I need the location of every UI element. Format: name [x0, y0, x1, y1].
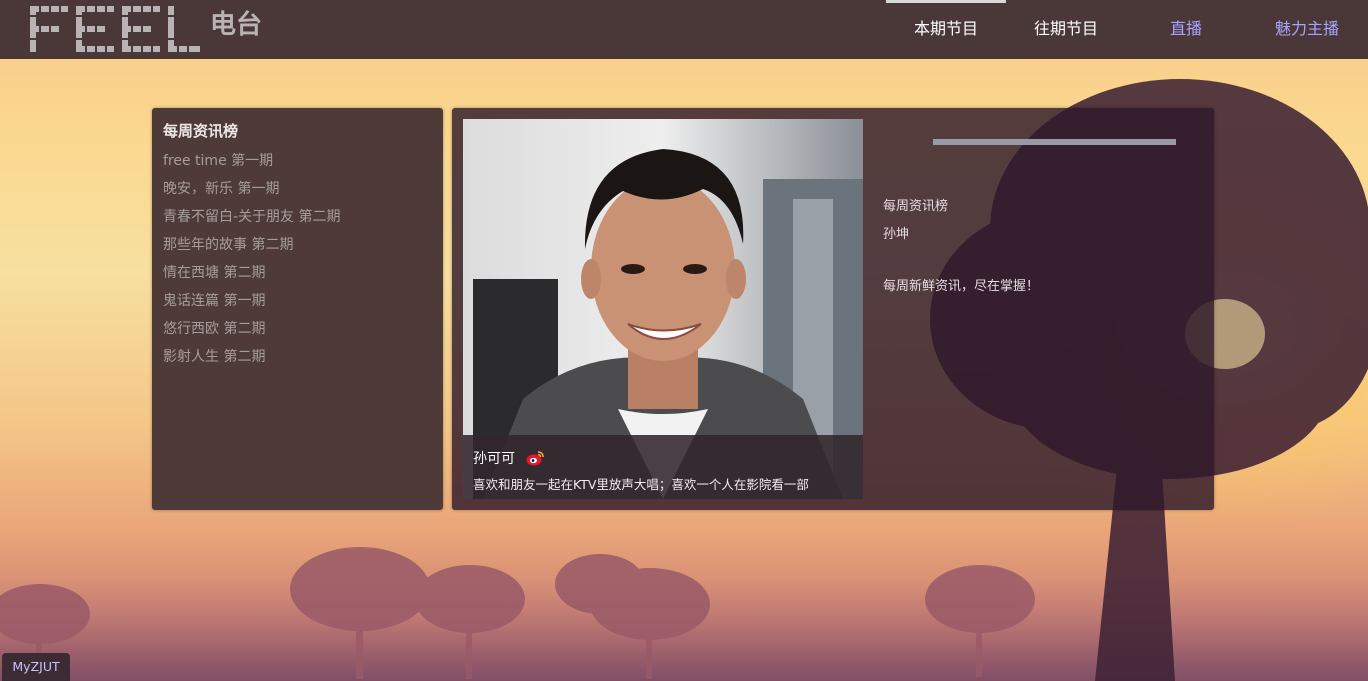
nav-hosts[interactable]: 魅力主播 [1246, 0, 1368, 59]
program-list-item[interactable]: 悠行西欧 第二期 [163, 315, 432, 343]
myzjut-button[interactable]: MyZJUT [2, 653, 70, 681]
nav-live[interactable]: 直播 [1126, 0, 1246, 59]
program-list-item[interactable]: free time 第一期 [163, 147, 432, 175]
nav-past-programs[interactable]: 往期节目 [1006, 0, 1126, 59]
program-list-item[interactable]: 晚安，新乐 第一期 [163, 175, 432, 203]
logo-subtitle: 电台 [210, 10, 263, 40]
feel-logo[interactable] [30, 6, 200, 52]
top-header: 电台 本期节目 往期节目 直播 魅力主播 [0, 0, 1368, 59]
program-list-item[interactable]: 鬼话连篇 第一期 [163, 287, 432, 315]
program-host: 孙坤 [883, 227, 910, 242]
host-caption: 孙可可 喜欢和朋友一起在KTV里放声大唱；喜欢一个人在影院看一部 [463, 435, 863, 499]
progress-bar [933, 139, 1176, 145]
host-photo: 孙可可 喜欢和朋友一起在KTV里放声大唱；喜欢一个人在影院看一部 [463, 119, 863, 499]
program-summary: 每周新鲜资讯，尽在掌握！ [883, 279, 1040, 294]
nav-current-program[interactable]: 本期节目 [886, 0, 1006, 59]
weibo-icon[interactable] [526, 450, 544, 466]
host-description: 喜欢和朋友一起在KTV里放声大唱；喜欢一个人在影院看一部 [473, 476, 809, 492]
program-list-item[interactable]: 影射人生 第二期 [163, 343, 432, 371]
program-list-title: 每周资讯榜 [163, 122, 239, 140]
program-list-item[interactable]: 那些年的故事 第二期 [163, 231, 432, 259]
program-list-item[interactable]: 青春不留白-关于朋友 第二期 [163, 203, 432, 231]
program-list-item[interactable]: 情在西塘 第二期 [163, 259, 432, 287]
program-detail-panel: 孙可可 喜欢和朋友一起在KTV里放声大唱；喜欢一个人在影院看一部 每周资讯榜 孙… [452, 108, 1214, 510]
program-title: 每周资讯榜 [883, 199, 949, 214]
host-name[interactable]: 孙可可 [473, 448, 515, 468]
program-list-panel: 每周资讯榜 free time 第一期 晚安，新乐 第一期 青春不留白-关于朋友… [152, 108, 443, 510]
